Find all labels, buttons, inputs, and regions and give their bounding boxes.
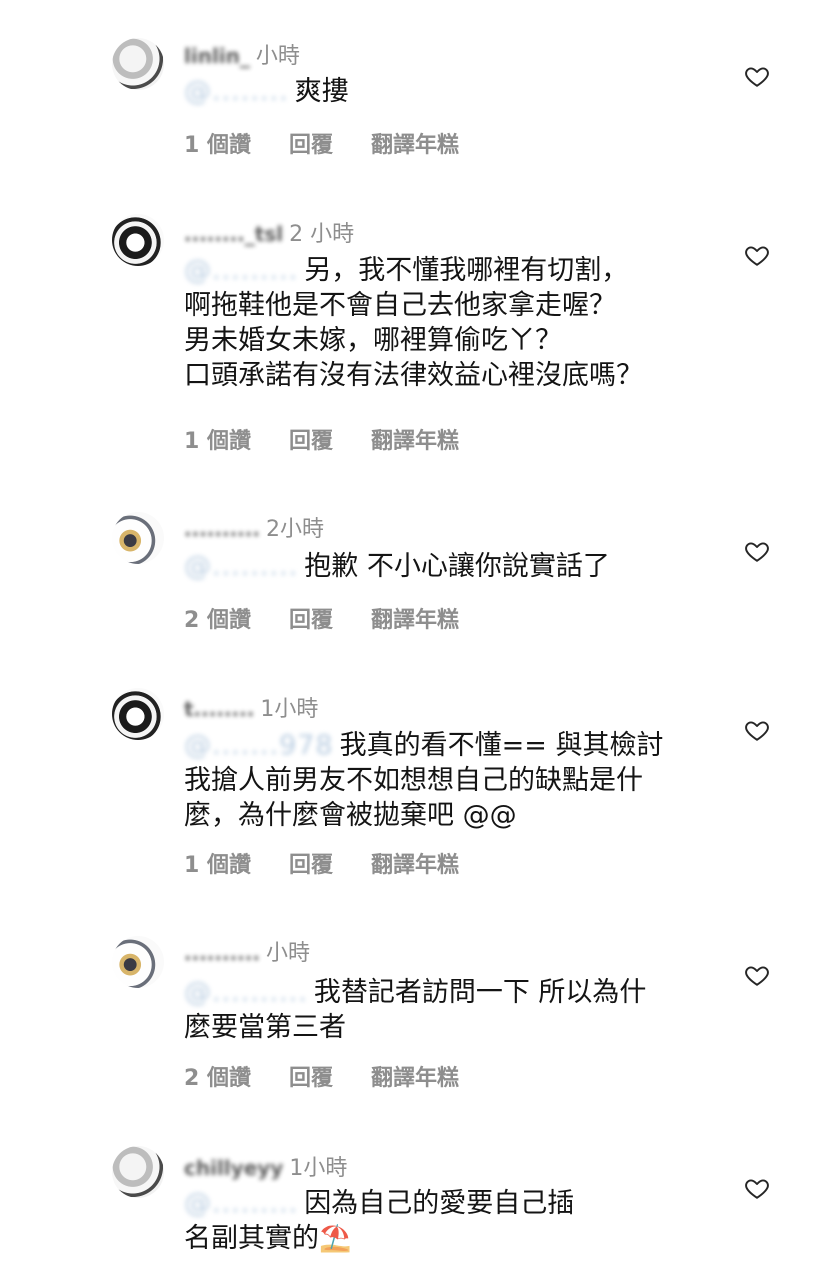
translate-button[interactable]: 翻譯年糕	[371, 127, 459, 159]
comment-line: 爽摟	[294, 76, 349, 107]
avatar[interactable]	[112, 936, 164, 988]
comment-line: 我真的看不懂== 與其檢討	[339, 730, 664, 761]
mention-link[interactable]: @.........	[184, 1186, 298, 1221]
username[interactable]: t........	[184, 697, 254, 721]
comment-header: .......... 2小時	[184, 511, 324, 543]
mention-link[interactable]: @.......978	[184, 728, 334, 763]
timestamp: 2小時	[265, 517, 324, 542]
likes-count[interactable]: 1 個讚	[184, 127, 251, 159]
translate-button[interactable]: 翻譯年糕	[371, 1060, 459, 1092]
heart-icon[interactable]	[744, 63, 770, 89]
likes-count[interactable]: 2 個讚	[184, 602, 251, 634]
username[interactable]: ..........	[184, 517, 260, 541]
heart-icon[interactable]	[744, 538, 770, 564]
comment-line: 麼要當第三者	[184, 1012, 346, 1043]
mention-link[interactable]: @.........	[184, 549, 298, 584]
avatar[interactable]	[112, 512, 164, 564]
comment-text: @......... 抱歉 不小心讓你說實話了	[184, 549, 704, 584]
mention-link[interactable]: @........	[184, 74, 289, 109]
comment-header: linlin_ 小時	[184, 38, 300, 70]
translate-button[interactable]: 翻譯年糕	[371, 847, 459, 879]
comment-line: 名副其實的	[184, 1223, 319, 1254]
comment-actions: 1 個讚 回覆 翻譯年糕	[184, 423, 459, 455]
avatar[interactable]	[112, 214, 164, 266]
comment-actions: 2 個讚 回覆 翻譯年糕	[184, 602, 459, 634]
timestamp: 1小時	[260, 697, 319, 722]
reply-button[interactable]: 回覆	[289, 1060, 333, 1092]
comment-text: @......... 因為自己的愛要自己插 名副其實的⛱️	[184, 1186, 704, 1257]
avatar[interactable]	[112, 1146, 164, 1198]
avatar[interactable]	[112, 688, 164, 740]
comment-text: @......... 另，我不懂我哪裡有切割， 啊拖鞋他是不會自己去他家拿走喔？ …	[184, 253, 704, 393]
comment-actions: 2 個讚 回覆 翻譯年糕	[184, 1060, 459, 1092]
avatar[interactable]	[112, 38, 164, 90]
heart-icon[interactable]	[744, 717, 770, 743]
comment-text: @.......... 我替記者訪問一下 所以為什 麼要當第三者	[184, 975, 704, 1045]
username[interactable]: linlin_	[184, 44, 250, 68]
reply-button[interactable]: 回覆	[289, 602, 333, 634]
comment-line: 我替記者訪問一下 所以為什	[313, 977, 647, 1008]
comment-text: @.......978 我真的看不懂== 與其檢討 我搶人前男友不如想想自己的缺點…	[184, 728, 704, 833]
comment-line: 麼，為什麼會被拋棄吧 @@	[184, 800, 517, 831]
comment-line: 抱歉 不小心讓你說實話了	[304, 551, 610, 582]
comment-header: .......... 小時	[184, 935, 310, 967]
likes-count[interactable]: 1 個讚	[184, 423, 251, 455]
comment-line: 另，我不懂我哪裡有切割，	[304, 255, 629, 286]
username[interactable]: ..........	[184, 941, 260, 965]
translate-button[interactable]: 翻譯年糕	[371, 602, 459, 634]
timestamp: 小時	[255, 44, 300, 69]
timestamp: 2 小時	[289, 222, 355, 247]
heart-icon[interactable]	[744, 242, 770, 268]
timestamp: 1小時	[289, 1156, 348, 1181]
heart-icon[interactable]	[744, 1175, 770, 1201]
comment-line: 口頭承諾有沒有法律效益心裡沒底嗎？	[184, 360, 643, 391]
mention-link[interactable]: @.........	[184, 253, 298, 288]
comment-header: t........ 1小時	[184, 691, 318, 723]
translate-button[interactable]: 翻譯年糕	[371, 423, 459, 455]
comment-header: ........_tsl 2 小時	[184, 216, 354, 248]
comment-line: 因為自己的愛要自己插	[304, 1188, 575, 1219]
comment-header: chillyeyy 1小時	[184, 1150, 347, 1182]
beach-umbrella-emoji: ⛱️	[319, 1224, 352, 1254]
mention-link[interactable]: @..........	[184, 975, 308, 1010]
comment-line: 男未婚女未嫁，哪裡算偷吃ㄚ？	[184, 325, 562, 356]
comment-line: 我搶人前男友不如想想自己的缺點是什	[184, 765, 643, 796]
comment-actions: 1 個讚 回覆 翻譯年糕	[184, 847, 459, 879]
likes-count[interactable]: 2 個讚	[184, 1060, 251, 1092]
reply-button[interactable]: 回覆	[289, 127, 333, 159]
heart-icon[interactable]	[744, 962, 770, 988]
comment-actions: 1 個讚 回覆 翻譯年糕	[184, 127, 459, 159]
username[interactable]: chillyeyy	[184, 1156, 283, 1180]
comment-text: @........ 爽摟	[184, 74, 704, 109]
comment-line: 啊拖鞋他是不會自己去他家拿走喔？	[184, 290, 616, 321]
timestamp: 小時	[265, 941, 310, 966]
username[interactable]: ........_tsl	[184, 222, 283, 246]
reply-button[interactable]: 回覆	[289, 423, 333, 455]
likes-count[interactable]: 1 個讚	[184, 847, 251, 879]
reply-button[interactable]: 回覆	[289, 847, 333, 879]
